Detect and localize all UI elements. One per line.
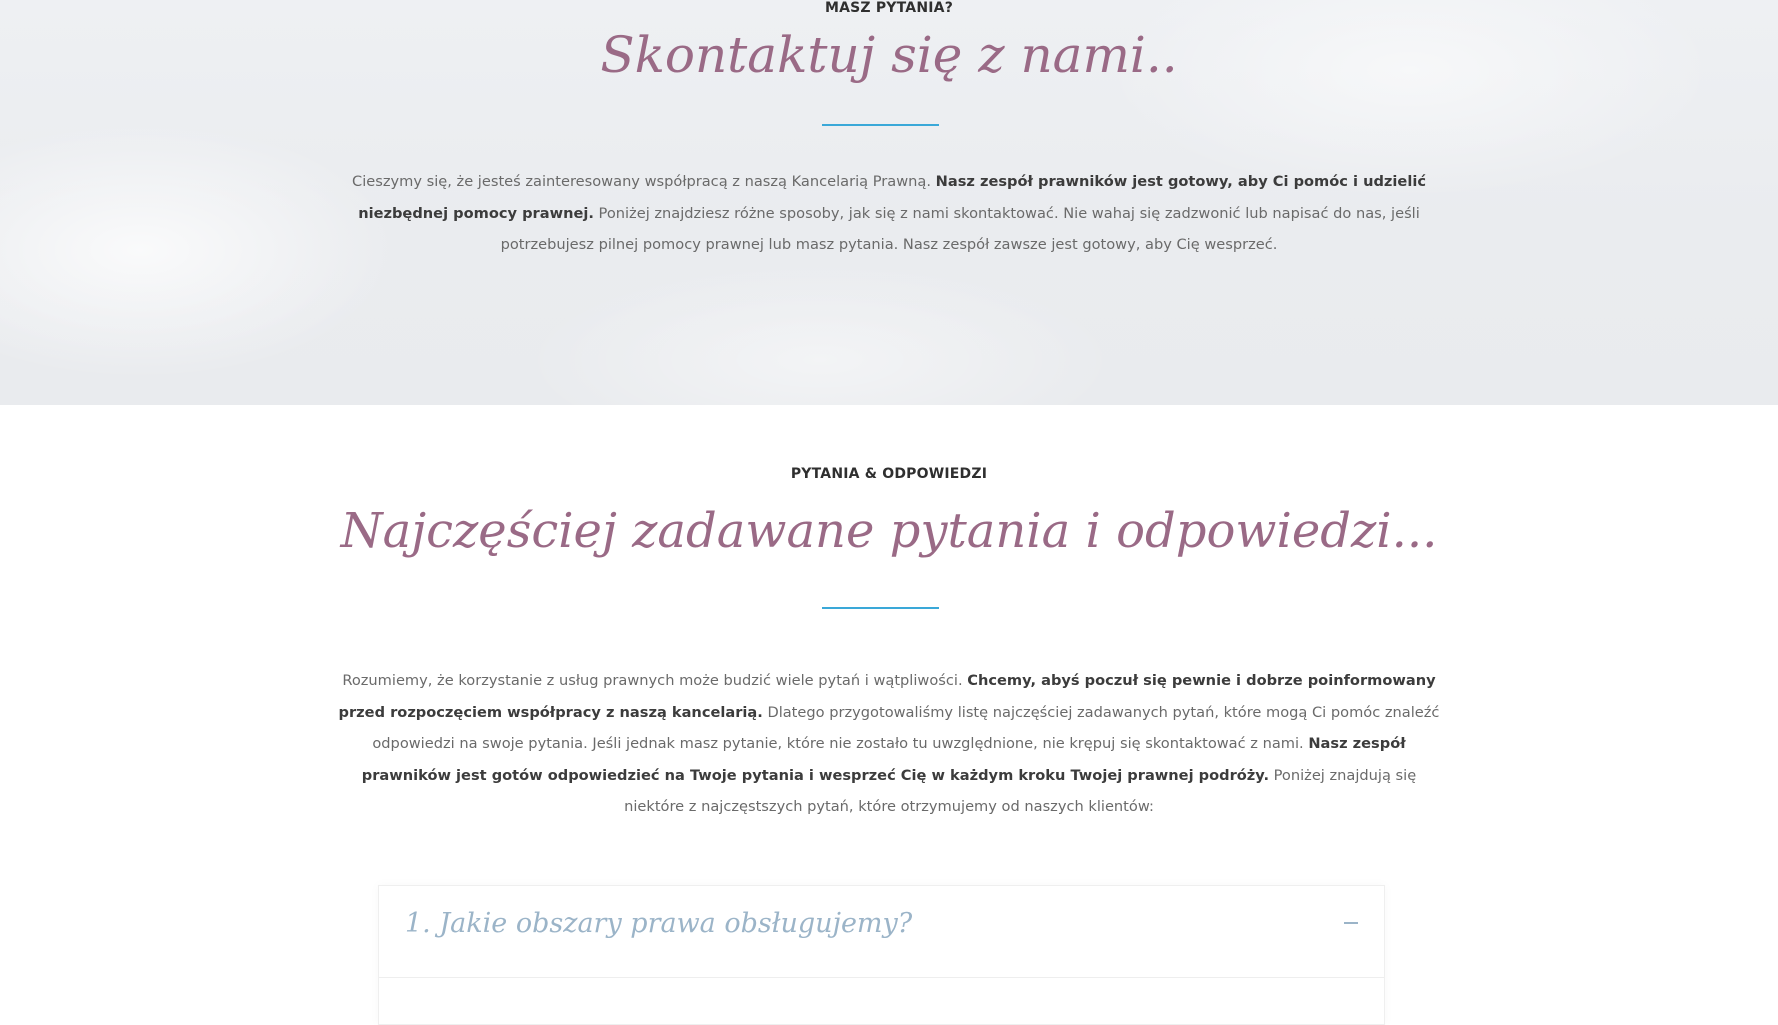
faq-text-part: Rozumiemy, że korzystanie z usług prawny… <box>342 672 968 689</box>
contact-hero-section: MASZ PYTANIA? Skontaktuj się z nami.. Ci… <box>0 0 1778 405</box>
faq-title: Najczęściej zadawane pytania i odpowiedz… <box>340 503 1438 559</box>
contact-text-part: Poniżej znajdziesz różne sposoby, jak si… <box>500 204 1420 254</box>
background-cloud <box>520 260 1120 405</box>
contact-divider <box>822 124 939 126</box>
faq-accordion: 1. Jakie obszary prawa obsługujemy? <box>378 885 1385 1025</box>
contact-title: Skontaktuj się z nami.. <box>600 26 1178 84</box>
contact-kicker: MASZ PYTANIA? <box>824 0 954 16</box>
faq-accordion-item-header[interactable]: 1. Jakie obszary prawa obsługujemy? <box>379 886 1384 978</box>
minus-icon[interactable] <box>1344 916 1358 930</box>
faq-intro-text: Rozumiemy, że korzystanie z usług prawny… <box>330 665 1448 823</box>
contact-intro-text: Cieszymy się, że jesteś zainteresowany w… <box>330 166 1448 261</box>
faq-kicker: PYTANIA & ODPOWIEDZI <box>790 466 988 482</box>
faq-divider <box>822 607 939 609</box>
contact-text-part: Cieszymy się, że jesteś zainteresowany w… <box>352 173 936 190</box>
faq-question-title[interactable]: 1. Jakie obszary prawa obsługujemy? <box>405 908 912 939</box>
